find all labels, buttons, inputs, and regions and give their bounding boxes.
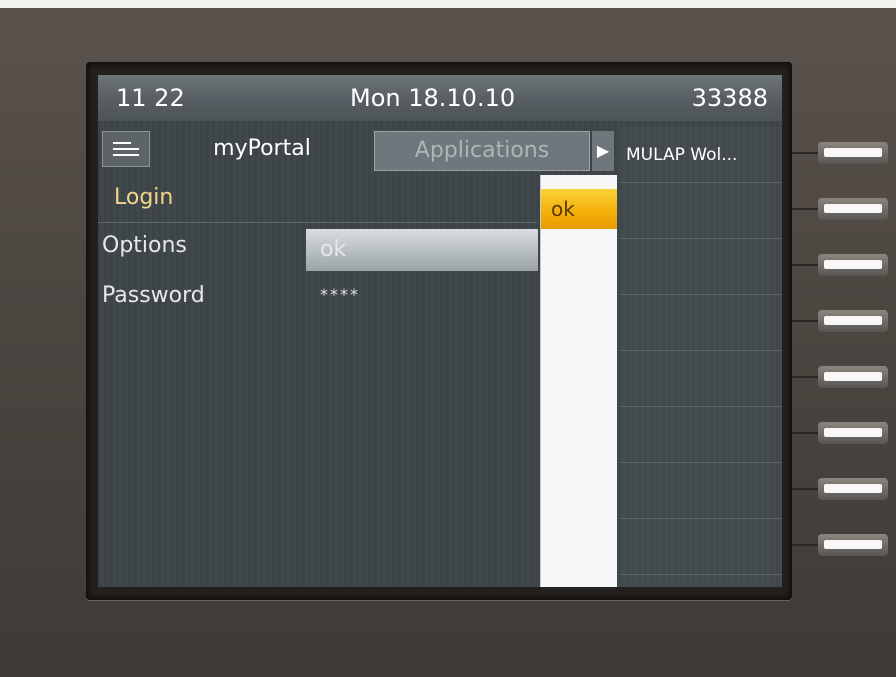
status-date: Mon 18.10.10 bbox=[350, 84, 516, 112]
key-divider bbox=[792, 544, 818, 546]
options-label: Options bbox=[102, 233, 187, 258]
key-label-7[interactable] bbox=[620, 463, 782, 519]
key-label-5[interactable] bbox=[620, 351, 782, 407]
options-dropdown: ok bbox=[540, 175, 617, 587]
tab-applications[interactable]: Applications bbox=[374, 131, 590, 171]
clock-time: 11 22 bbox=[116, 84, 185, 112]
password-label: Password bbox=[102, 283, 205, 308]
hardware-key-3[interactable] bbox=[818, 254, 888, 276]
status-bar: 11 22 Mon 18.10.10 33388 bbox=[98, 75, 782, 121]
key-label-4[interactable] bbox=[620, 295, 782, 351]
key-divider bbox=[792, 264, 818, 266]
extension-number: 33388 bbox=[691, 84, 768, 112]
hardware-key-8[interactable] bbox=[818, 534, 888, 556]
hardware-key-4[interactable] bbox=[818, 310, 888, 332]
tab-scroll-right-icon[interactable]: ▶ bbox=[592, 131, 614, 171]
key-label-2[interactable] bbox=[620, 183, 782, 239]
hardware-key-1[interactable] bbox=[818, 142, 888, 164]
key-label-6[interactable] bbox=[620, 407, 782, 463]
key-label-3[interactable] bbox=[620, 239, 782, 295]
key-label-8[interactable] bbox=[620, 519, 782, 575]
hardware-key-6[interactable] bbox=[818, 422, 888, 444]
key-divider bbox=[792, 488, 818, 490]
key-label-1[interactable]: MULAP Wol... bbox=[620, 127, 782, 183]
options-field[interactable]: ok bbox=[306, 229, 538, 271]
function-key-panel: MULAP Wol... bbox=[620, 127, 782, 587]
tab-bar: myPortal Applications ▶ bbox=[98, 127, 618, 171]
dropdown-option-ok[interactable]: ok bbox=[541, 189, 617, 229]
hardware-key-5[interactable] bbox=[818, 366, 888, 388]
key-divider bbox=[792, 208, 818, 210]
hardware-key-2[interactable] bbox=[818, 198, 888, 220]
key-divider bbox=[792, 376, 818, 378]
key-divider bbox=[792, 320, 818, 322]
menu-lines-icon[interactable] bbox=[102, 131, 150, 167]
display-screen: 11 22 Mon 18.10.10 33388 myPortal Applic… bbox=[98, 75, 782, 587]
password-field[interactable]: **** bbox=[320, 285, 360, 304]
key-divider bbox=[792, 152, 818, 154]
tab-myportal[interactable]: myPortal bbox=[152, 127, 372, 171]
key-divider bbox=[792, 432, 818, 434]
form-title: Login bbox=[98, 175, 538, 223]
hardware-key-7[interactable] bbox=[818, 478, 888, 500]
